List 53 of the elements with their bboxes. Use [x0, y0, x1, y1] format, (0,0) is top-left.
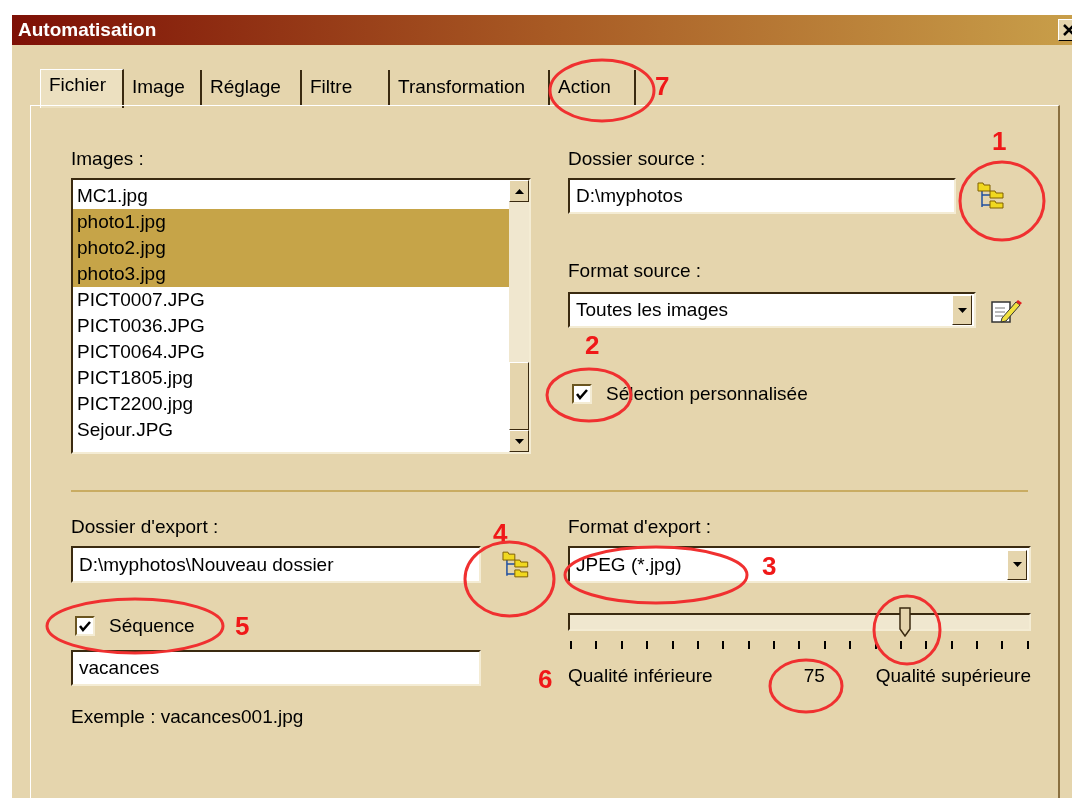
list-item[interactable]: photo1.jpg — [73, 209, 509, 235]
tab[interactable]: Transformation — [390, 70, 550, 105]
annotation-number: 4 — [493, 520, 508, 546]
tab[interactable]: Action — [550, 70, 636, 105]
tab[interactable]: Réglage — [202, 70, 302, 105]
checkbox-label: Séquence — [109, 615, 195, 637]
list-item[interactable]: PICT2200.jpg — [73, 391, 509, 417]
quality-value: 75 — [803, 665, 825, 687]
field-label: Format d'export : — [568, 516, 711, 538]
checkbox[interactable] — [572, 384, 592, 404]
arrow-down-icon — [514, 438, 524, 444]
field-label: Dossier d'export : — [71, 516, 219, 538]
annotation-circle — [872, 594, 942, 666]
annotation-number: 3 — [762, 553, 777, 579]
text-field[interactable]: vacances — [71, 650, 481, 686]
image-list[interactable]: MC1.jpg photo1.jpg photo2.jpg photo3.jpg PICT0007.JPG PICT0036.JPG PICT0064.JPG PICT1805.jpg PICT2200.jpg Sejour.JPG — [71, 178, 531, 454]
tab[interactable]: Filtre — [302, 70, 390, 105]
text-field[interactable]: D:\myphotos — [568, 178, 956, 214]
checkbox[interactable] — [75, 616, 95, 636]
list-item[interactable]: PICT0064.JPG — [73, 339, 509, 365]
caret-icon — [1012, 562, 1022, 567]
scrollbar-thumb[interactable] — [509, 362, 529, 430]
tab[interactable]: Image — [124, 70, 202, 105]
annotation-number: 2 — [585, 332, 600, 358]
annotation-number: 6 — [538, 666, 553, 692]
dropdown[interactable]: Toutes les images — [568, 292, 976, 328]
field-label: Format source : — [568, 260, 702, 282]
arrow-up-icon — [514, 188, 524, 194]
slider-thumb[interactable] — [899, 607, 912, 637]
list-item[interactable]: PICT1805.jpg — [73, 365, 509, 391]
list-item[interactable]: photo3.jpg — [73, 261, 509, 287]
scroll-up-button[interactable] — [509, 180, 529, 202]
list-item[interactable]: Sejour.JPG — [73, 417, 509, 443]
list-item[interactable]: PICT0007.JPG — [73, 287, 509, 313]
annotation-number: 5 — [235, 613, 250, 639]
example-text: Exemple : vacances001.jpg — [71, 706, 304, 728]
scroll-down-button[interactable] — [509, 430, 529, 452]
close-icon — [1063, 24, 1072, 36]
folder-tree-icon[interactable] — [501, 549, 531, 580]
window-title: Automatisation — [18, 19, 157, 41]
caret-icon — [957, 307, 967, 313]
min-label: Qualité inférieure — [568, 665, 713, 687]
annotation-number: 7 — [655, 73, 670, 99]
list-item[interactable]: photo2.jpg — [73, 235, 509, 261]
folder-tree-icon[interactable] — [976, 181, 1006, 211]
max-label: Qualité supérieure — [875, 665, 1031, 687]
list-item[interactable]: PICT0036.JPG — [73, 313, 509, 339]
field-label: Images : — [71, 148, 144, 170]
annotation-number: 1 — [992, 128, 1007, 154]
tab[interactable]: Fichier — [40, 69, 124, 108]
text-field[interactable]: D:\myphotos\Nouveau dossier — [71, 546, 482, 583]
field-label: Dossier source : — [568, 148, 706, 170]
list-item[interactable]: MC1.jpg — [73, 183, 509, 209]
